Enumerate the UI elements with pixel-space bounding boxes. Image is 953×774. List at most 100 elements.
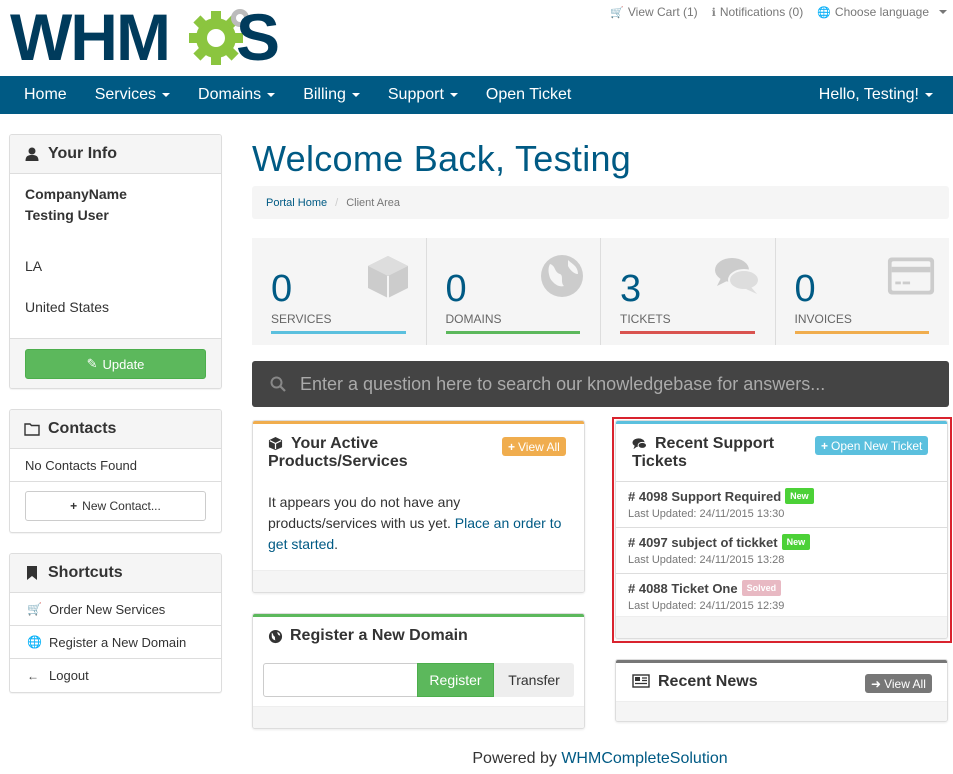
status-badge: New — [785, 488, 814, 504]
products-view-all-button[interactable]: + View All — [502, 437, 566, 456]
products-empty-text: It appears you do not have any products/… — [268, 494, 562, 552]
arrow-left-icon: ← — [27, 668, 39, 683]
knowledgebase-search[interactable]: Enter a question here to search our know… — [252, 361, 949, 407]
caret-down-icon — [939, 10, 947, 14]
news-view-all-button[interactable]: ➜ View All — [865, 674, 932, 693]
whmcs-logo: WHM S — [10, 6, 280, 66]
no-contacts-text: No Contacts Found — [10, 449, 221, 482]
tile-bar — [271, 331, 406, 334]
svg-text:WHM: WHM — [10, 6, 169, 66]
products-title: Your Active Products/Services — [268, 435, 408, 470]
products-card-footer — [253, 570, 584, 592]
caret-down-icon — [351, 93, 360, 97]
your-info-panel: Your Info CompanyName Testing User LA Un… — [9, 134, 222, 389]
shortcut-logout[interactable]: ← Logout — [10, 659, 221, 692]
user-state: LA — [25, 258, 43, 274]
footer-link[interactable]: WHMCompleteSolution — [561, 750, 727, 767]
pencil-icon: ✎ — [86, 356, 98, 371]
contacts-footer: + New Contact... — [10, 482, 221, 530]
recent-tickets-card: Recent Support Tickets + Open New Ticket… — [615, 420, 948, 639]
plus-icon: + — [508, 439, 516, 454]
products-card: Your Active Products/Services + View All… — [252, 420, 585, 593]
contacts-header: Contacts — [10, 410, 221, 449]
language-icon: 🌐 — [817, 6, 831, 19]
cart-icon: 🛒 — [27, 602, 42, 616]
user-name: Testing User — [25, 207, 109, 223]
plus-icon: + — [821, 438, 829, 453]
bookmark-icon — [27, 566, 37, 580]
tile-services[interactable]: 0 SERVICES — [252, 238, 427, 345]
transfer-button[interactable]: Transfer — [494, 663, 574, 697]
nav-open-ticket[interactable]: Open Ticket — [472, 76, 585, 114]
stat-tiles: 0 SERVICES 0 DOMAINS 3 TICKETS 0 INVOICE… — [252, 238, 949, 345]
breadcrumb: Portal Home / Client Area — [252, 186, 949, 219]
info-icon: ℹ — [711, 6, 716, 19]
page-footer: Powered by WHMCompleteSolution — [472, 750, 728, 767]
ticket-row[interactable]: # 4097 subject of tickket New Last Update… — [616, 528, 947, 574]
recent-news-title: Recent News — [658, 673, 758, 690]
svg-text:S: S — [236, 6, 280, 66]
credit-card-icon — [887, 257, 935, 295]
register-domain-footer — [253, 706, 584, 728]
notifications-link[interactable]: ℹ Notifications (0) — [712, 5, 804, 19]
arrow-right-icon: ➜ — [871, 676, 882, 691]
view-cart-link[interactable]: 🛒 View Cart (1) — [610, 5, 698, 19]
newspaper-icon — [632, 674, 650, 688]
caret-down-icon — [162, 93, 171, 97]
contacts-panel: Contacts No Contacts Found + New Contact… — [9, 409, 222, 533]
your-info-header: Your Info — [10, 135, 221, 174]
domain-input[interactable] — [263, 663, 418, 697]
status-badge: Solved — [741, 580, 782, 596]
comments-icon — [714, 258, 760, 294]
ticket-row[interactable]: # 4098 Support Required New Last Updated:… — [616, 482, 947, 528]
knowledgebase-search-input[interactable]: Enter a question here to search our know… — [300, 374, 825, 395]
shortcut-order-services[interactable]: 🛒 Order New Services — [10, 593, 221, 626]
user-icon — [25, 147, 39, 161]
nav-domains[interactable]: Domains — [184, 76, 289, 114]
nav-user-menu[interactable]: Hello, Testing! — [805, 76, 947, 114]
language-dropdown[interactable]: 🌐 Choose language — [817, 5, 947, 19]
status-badge: New — [781, 534, 811, 550]
company-name: CompanyName — [25, 186, 127, 202]
search-icon — [270, 376, 286, 392]
breadcrumb-separator: / — [335, 196, 339, 209]
tile-domains[interactable]: 0 DOMAINS — [427, 238, 601, 345]
ticket-list: # 4098 Support Required New Last Updated:… — [616, 481, 947, 620]
shortcuts-header: Shortcuts — [10, 554, 221, 593]
your-info-footer: ✎ Update — [10, 338, 221, 388]
new-contact-button[interactable]: + New Contact... — [25, 491, 206, 521]
caret-down-icon — [925, 93, 933, 97]
page-title: Welcome Back, Testing — [252, 138, 632, 179]
shortcut-register-domain[interactable]: 🌐 Register a New Domain — [10, 626, 221, 659]
user-country: United States — [25, 299, 110, 315]
top-links: 🛒 View Cart (1) ℹ Notifications (0) 🌐 Choos… — [610, 5, 947, 19]
nav-home[interactable]: Home — [10, 76, 81, 114]
tile-bar — [794, 331, 929, 334]
recent-news-card: Recent News ➜ View All — [615, 659, 948, 722]
your-info-body: CompanyName Testing User LA United State… — [10, 174, 221, 338]
register-domain-card: Register a New Domain Register Transfer — [252, 613, 585, 729]
tile-tickets[interactable]: 3 TICKETS — [601, 238, 776, 345]
register-button[interactable]: Register — [417, 663, 494, 697]
tickets-card-footer — [616, 616, 947, 638]
tile-bar — [445, 331, 580, 334]
news-card-footer — [616, 701, 947, 721]
tile-invoices[interactable]: 0 INVOICES — [776, 238, 950, 345]
ticket-row[interactable]: # 4088 Ticket One Solved Last Updated: 24… — [616, 574, 947, 620]
update-button[interactable]: ✎ Update — [25, 349, 206, 379]
nav-support[interactable]: Support — [374, 76, 472, 114]
caret-down-icon — [449, 93, 458, 97]
recent-tickets-title: Recent Support Tickets — [632, 435, 775, 470]
folder-icon — [24, 423, 40, 436]
globe-icon — [268, 629, 283, 644]
breadcrumb-portal-home[interactable]: Portal Home — [266, 197, 327, 209]
nav-billing[interactable]: Billing — [289, 76, 374, 114]
caret-down-icon — [267, 93, 276, 97]
tile-bar — [620, 331, 755, 334]
plus-icon: + — [70, 499, 78, 513]
cart-icon: 🛒 — [610, 6, 624, 19]
open-new-ticket-button[interactable]: + Open New Ticket — [815, 436, 929, 455]
nav-services[interactable]: Services — [81, 76, 184, 114]
globe-icon: 🌐 — [27, 635, 42, 649]
breadcrumb-current: Client Area — [346, 196, 401, 209]
